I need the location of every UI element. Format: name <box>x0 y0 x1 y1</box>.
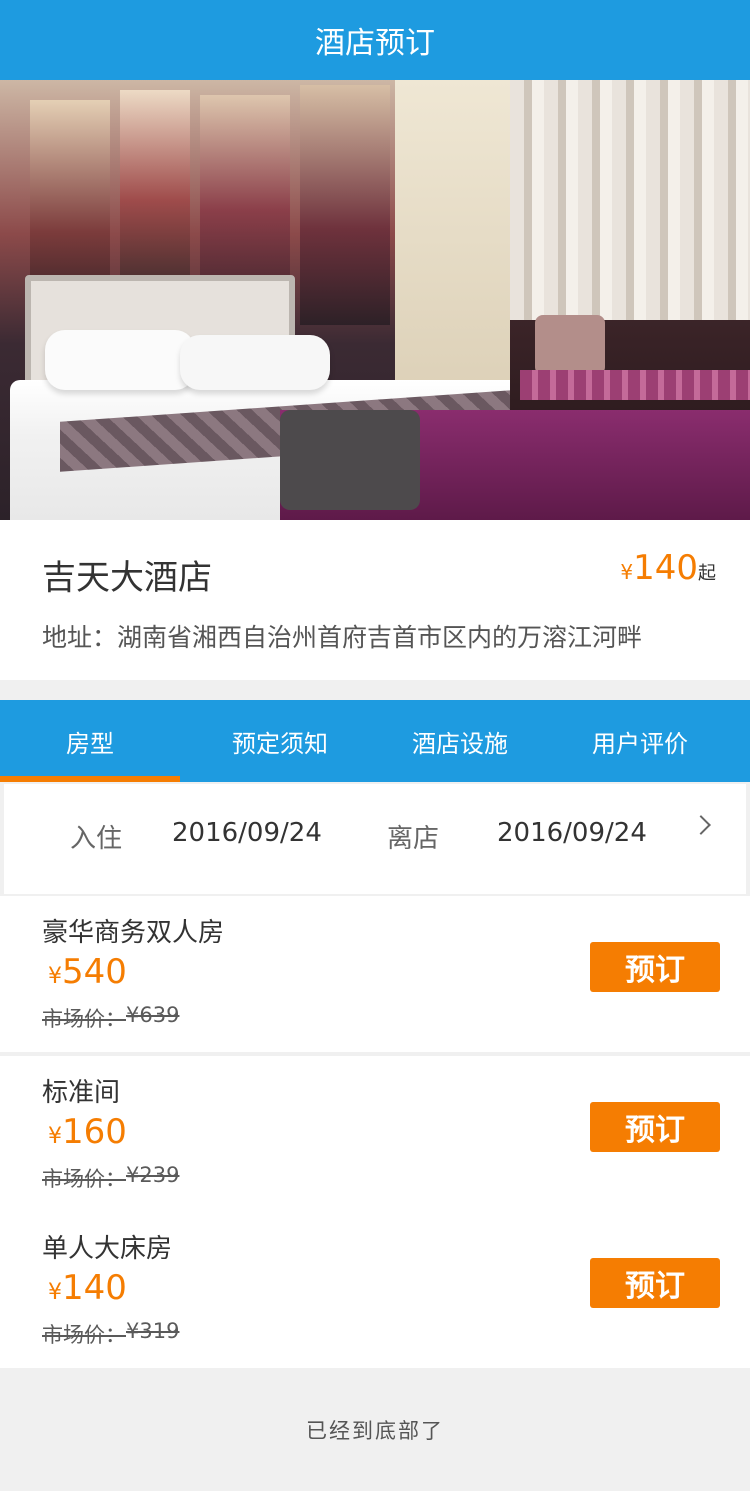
page-title: 酒店预订 <box>315 26 435 61</box>
date-selector[interactable]: 入住 2016/09/24 离店 2016/09/24 <box>4 784 746 894</box>
room-name: 豪华商务双人房 <box>42 918 225 948</box>
room-price-currency: ¥ <box>48 1280 62 1305</box>
book-button[interactable]: 预订 <box>590 1102 720 1152</box>
room-price-amount: 140 <box>62 1268 127 1308</box>
hotel-starting-price: ¥ 140 起 <box>620 548 716 588</box>
photo-chair <box>280 410 420 510</box>
checkout-date[interactable]: 2016/09/24 <box>497 818 647 848</box>
room-price: ¥ 540 <box>48 952 127 992</box>
market-price-value: ¥319 <box>126 1319 180 1343</box>
room-price: ¥ 140 <box>48 1268 127 1308</box>
room-item: 豪华商务双人房 ¥ 540 市场价： ¥639 预订 <box>0 896 750 1052</box>
price-amount: 140 <box>633 548 698 588</box>
price-currency: ¥ <box>620 560 634 584</box>
market-price-label: 市场价： <box>42 1007 126 1031</box>
room-market-price: 市场价： ¥239 <box>42 1163 179 1193</box>
price-suffix: 起 <box>698 563 716 584</box>
book-button[interactable]: 预订 <box>590 942 720 992</box>
hotel-name: 吉天大酒店 <box>42 558 212 598</box>
room-name: 标准间 <box>42 1078 121 1108</box>
photo-art-panel <box>120 90 190 290</box>
photo-art-panel <box>300 85 390 325</box>
room-price-currency: ¥ <box>48 1124 62 1149</box>
tab-reviews[interactable]: 用户评价 <box>550 700 730 782</box>
hotel-info-card: 吉天大酒店 ¥ 140 起 地址：湖南省湘西自治州首府吉首市区内的万溶江河畔 <box>0 520 750 680</box>
tab-facilities[interactable]: 酒店设施 <box>370 700 550 782</box>
end-of-list-text: 已经到底部了 <box>306 1418 444 1443</box>
room-item: 标准间 ¥ 160 市场价： ¥239 预订 <box>0 1056 750 1212</box>
hotel-photo <box>0 80 750 520</box>
market-price-label: 市场价： <box>42 1323 126 1347</box>
market-price-label: 市场价： <box>42 1167 126 1191</box>
checkin-date[interactable]: 2016/09/24 <box>172 818 322 848</box>
room-price: ¥ 160 <box>48 1112 127 1152</box>
photo-cushion <box>535 315 605 375</box>
list-end-footer: 已经到底部了 <box>0 1368 750 1491</box>
room-market-price: 市场价： ¥319 <box>42 1319 179 1349</box>
photo-pillow <box>45 330 195 390</box>
tab-room-types[interactable]: 房型 <box>0 700 180 782</box>
book-button[interactable]: 预订 <box>590 1258 720 1308</box>
tab-bar: 房型 预定须知 酒店设施 用户评价 <box>0 700 750 782</box>
photo-pillow <box>180 335 330 390</box>
chevron-right-icon[interactable] <box>691 815 711 835</box>
room-price-amount: 160 <box>62 1112 127 1152</box>
tab-booking-notes[interactable]: 预定须知 <box>190 700 370 782</box>
market-price-value: ¥239 <box>126 1163 180 1187</box>
checkout-label: 离店 <box>387 824 440 854</box>
market-price-value: ¥639 <box>126 1003 180 1027</box>
photo-sofa-seat <box>520 370 750 400</box>
room-price-currency: ¥ <box>48 964 62 989</box>
checkin-label: 入住 <box>70 824 123 854</box>
hotel-address: 地址：湖南省湘西自治州首府吉首市区内的万溶江河畔 <box>42 623 643 652</box>
active-tab-indicator <box>0 776 180 782</box>
room-item: 单人大床房 ¥ 140 市场价： ¥319 预订 <box>0 1212 750 1368</box>
room-price-amount: 540 <box>62 952 127 992</box>
room-name: 单人大床房 <box>42 1234 173 1264</box>
room-market-price: 市场价： ¥639 <box>42 1003 179 1033</box>
top-nav-bar: 酒店预订 <box>0 0 750 80</box>
